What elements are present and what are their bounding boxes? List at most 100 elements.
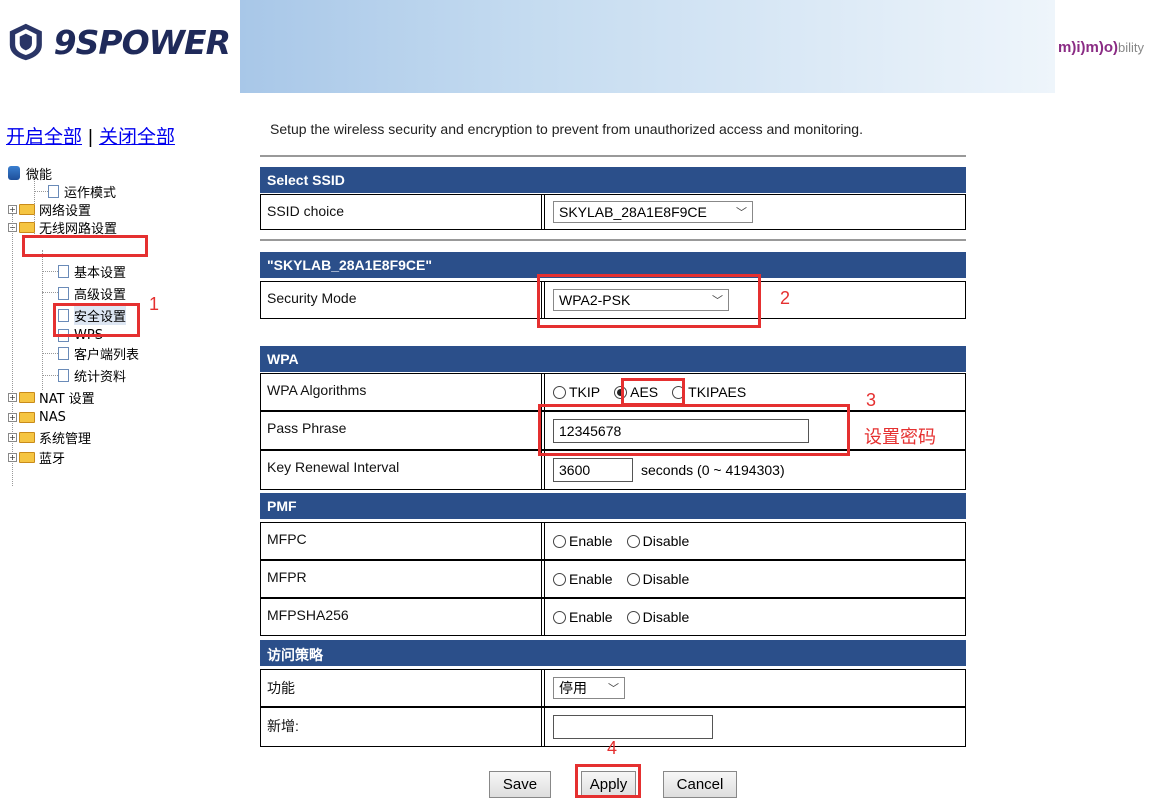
folder-icon — [19, 451, 35, 463]
radio-tkip[interactable]: TKIP — [553, 384, 600, 400]
mfpsha256-label: MFPSHA256 — [261, 599, 542, 635]
annotation-number-3: 3 — [866, 390, 877, 410]
tree-item-label: 无线网路设置 — [39, 221, 118, 237]
save-button[interactable]: Save — [489, 771, 551, 798]
section-header-wpa: WPA — [260, 346, 966, 372]
tree-item-label: 蓝牙 — [39, 451, 66, 467]
tree-item-system-management[interactable]: + 系统管理 — [8, 428, 92, 447]
mfpc-label: MFPC — [261, 523, 542, 559]
annotation-number-4: 4 — [607, 738, 618, 758]
tree-item-client-list[interactable]: 客户端列表 — [58, 344, 140, 363]
function-select[interactable]: 停用 ﹀ — [553, 677, 625, 699]
radio-label: Disable — [642, 571, 690, 587]
tree-root-label: 微能 — [26, 167, 53, 183]
radio-mfpr-enable[interactable]: Enable — [553, 571, 613, 587]
close-all-link[interactable]: 关闭全部 — [99, 127, 175, 148]
annotation-box-wireless — [22, 235, 148, 257]
radio-mfpr-disable[interactable]: Disable — [626, 571, 690, 587]
folder-icon — [19, 431, 35, 443]
toggle-separator: | — [88, 127, 93, 148]
row-mfpc: MFPC Enable Disable — [260, 522, 966, 560]
computer-icon — [8, 166, 20, 180]
radio-mfpc-enable[interactable]: Enable — [553, 533, 613, 549]
annotation-number-1: 1 — [149, 294, 160, 314]
tree-item-network-settings[interactable]: + 网络设置 — [8, 200, 92, 219]
ssid-choice-label: SSID choice — [261, 195, 542, 229]
tree-item-label: 基本设置 — [74, 265, 127, 281]
brand-logo: 9SPOWER — [6, 14, 231, 70]
radio-label: TKIPAES — [688, 384, 747, 400]
function-label: 功能 — [261, 670, 542, 706]
annotation-box-aes — [621, 378, 685, 406]
folder-icon — [19, 203, 35, 215]
tree-item-operation-mode[interactable]: 运作模式 — [48, 182, 117, 201]
annotation-box-apply — [575, 764, 641, 798]
row-ssid-choice: SSID choice SKYLAB_28A1E8F9CE ﹀ — [260, 194, 966, 230]
radio-icon — [553, 534, 566, 548]
tree-item-label: 高级设置 — [74, 287, 127, 303]
collapse-icon: − — [8, 222, 17, 232]
expand-icon: + — [8, 392, 17, 402]
radio-label: Disable — [642, 609, 690, 625]
chevron-down-icon: ﹀ — [608, 683, 619, 695]
annotation-box-security — [53, 303, 140, 337]
ssid-select-value: SKYLAB_28A1E8F9CE — [559, 204, 707, 220]
row-key-renewal: Key Renewal Interval 3600 seconds (0 ~ 4… — [260, 450, 966, 490]
tree-item-label: 系统管理 — [39, 431, 92, 447]
security-mode-label: Security Mode — [261, 282, 542, 318]
tree-item-advanced-settings[interactable]: 高级设置 — [58, 284, 127, 303]
annotation-number-2: 2 — [780, 288, 791, 308]
partner-logo: m)i)m)o) bility — [1058, 22, 1165, 72]
tree-item-label: 网络设置 — [39, 203, 92, 219]
annotation-box-security-mode — [537, 274, 761, 328]
divider — [260, 155, 966, 157]
tree-item-basic-settings[interactable]: 基本设置 — [58, 262, 127, 281]
expand-icon: + — [8, 412, 17, 422]
tree-item-bluetooth[interactable]: + 蓝牙 — [8, 448, 66, 467]
tree-root[interactable]: 微能 — [8, 164, 53, 183]
tree-item-label: 统计资料 — [74, 369, 127, 385]
tree-item-wireless-settings[interactable]: − 无线网路设置 — [8, 218, 118, 237]
mfpr-label: MFPR — [261, 561, 542, 597]
radio-label: Enable — [569, 609, 613, 625]
key-renewal-input[interactable]: 3600 — [553, 458, 633, 482]
open-all-link[interactable]: 开启全部 — [6, 127, 82, 148]
annotation-set-password: 设置密码 — [864, 427, 936, 447]
partner-logo-part2: bility — [1118, 39, 1145, 55]
radio-label: Enable — [569, 571, 613, 587]
annotation-box-passphrase — [538, 404, 850, 456]
shield-logo-icon — [9, 23, 42, 61]
ssid-select[interactable]: SKYLAB_28A1E8F9CE ﹀ — [553, 201, 753, 223]
tree-item-label: NAT 设置 — [39, 391, 95, 407]
radio-label: Disable — [642, 533, 690, 549]
page-icon — [58, 368, 69, 382]
radio-mfpsha256-disable[interactable]: Disable — [626, 609, 690, 625]
wpa-algorithms-label: WPA Algorithms — [261, 374, 542, 410]
tree-item-label: 客户端列表 — [74, 347, 140, 363]
radio-mfpc-disable[interactable]: Disable — [626, 533, 690, 549]
radio-icon — [626, 534, 640, 548]
radio-icon — [626, 610, 640, 624]
page-icon — [58, 264, 69, 278]
cancel-button[interactable]: Cancel — [663, 771, 737, 798]
tree-item-statistics[interactable]: 统计资料 — [58, 366, 127, 385]
folder-icon — [19, 411, 35, 423]
expand-icon: + — [8, 204, 17, 214]
tree-item-label: 运作模式 — [64, 185, 117, 201]
key-renewal-unit: seconds (0 ~ 4194303) — [641, 462, 785, 478]
page-description: Setup the wireless security and encrypti… — [270, 121, 863, 137]
tree-item-nas[interactable]: + NAS — [8, 408, 66, 426]
folder-open-icon — [19, 221, 35, 233]
tree-item-label: NAS — [39, 409, 66, 425]
section-header-select-ssid: Select SSID — [260, 167, 966, 193]
radio-icon — [553, 385, 566, 399]
tree-item-nat-settings[interactable]: + NAT 设置 — [8, 388, 95, 407]
brand-logo-text: 9SPOWER — [53, 22, 231, 62]
page-icon — [48, 184, 59, 198]
expand-icon: + — [8, 432, 17, 442]
radio-label: Enable — [569, 533, 613, 549]
add-label: 新增: — [261, 708, 542, 746]
page-icon — [58, 346, 69, 360]
radio-mfpsha256-enable[interactable]: Enable — [553, 609, 613, 625]
add-input[interactable] — [553, 715, 713, 739]
